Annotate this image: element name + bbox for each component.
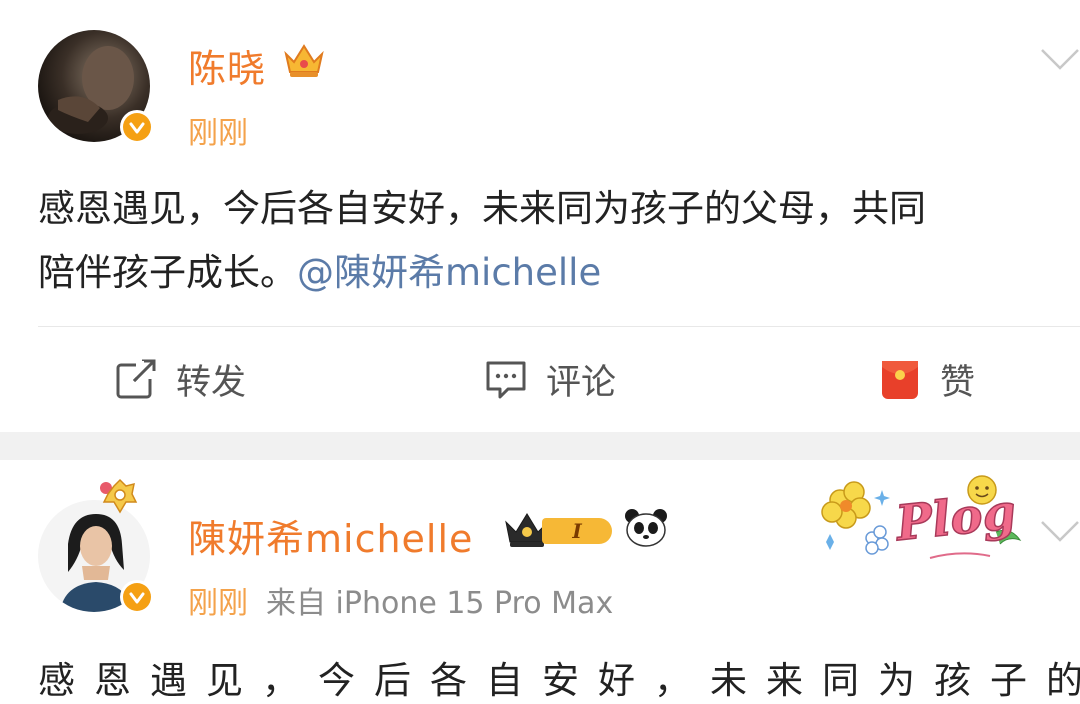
mention-link[interactable]: @陳妍希michelle xyxy=(297,251,601,294)
post-text-line-2-text: 陪伴孩子成长。 xyxy=(38,251,297,294)
plog-sticker[interactable]: Plog xyxy=(810,470,1030,570)
comment-icon xyxy=(486,361,526,399)
post-text-line-1: 感恩遇见，今后各自安好，未来同为孩子的父母，共同 xyxy=(38,187,926,230)
post-source: 来自 iPhone 15 Pro Max xyxy=(266,586,614,621)
crown-level-icon: I xyxy=(502,510,612,550)
post-text-line-1: 感恩遇见，今后各自安好，未来同为孩子的 xyxy=(38,659,1080,702)
author-name-text: 陈晓 xyxy=(188,47,267,91)
like-button[interactable]: 赞 xyxy=(878,354,975,404)
divider xyxy=(38,326,1080,327)
author-name[interactable]: 陳妍希michelle xyxy=(188,508,473,563)
chevron-down-icon[interactable] xyxy=(1040,520,1080,544)
weibo-post-1: 陈晓 刚刚 感恩遇见，今后各自安好，未来同为孩子的父母，共同 陪伴孩子成长。@陳… xyxy=(0,0,1080,432)
post-text-line-2: 陪伴孩子成长。@陳妍希michelle xyxy=(38,240,601,305)
author-name[interactable]: 陈晓 xyxy=(188,38,266,93)
post-meta: 刚刚 来自 iPhone 15 Pro Max xyxy=(188,578,613,622)
verified-icon xyxy=(120,110,154,144)
repost-icon xyxy=(116,359,156,399)
like-label: 赞 xyxy=(940,362,976,403)
like-icon xyxy=(882,361,918,399)
comment-label: 评论 xyxy=(546,362,617,403)
chevron-down-icon[interactable] xyxy=(1040,48,1080,72)
post-time: 刚刚 xyxy=(188,116,248,151)
author-avatar[interactable] xyxy=(38,30,154,144)
repost-label: 转发 xyxy=(176,362,247,403)
verified-icon xyxy=(120,580,154,614)
comment-button[interactable]: 评论 xyxy=(484,354,616,404)
level-label: I xyxy=(572,519,582,543)
author-name-text: 陳妍希michelle xyxy=(188,517,474,561)
author-avatar[interactable] xyxy=(38,478,154,614)
post-separator xyxy=(0,432,1080,460)
crown-icon xyxy=(284,44,324,77)
repost-button[interactable]: 转发 xyxy=(114,354,246,404)
weibo-post-2: 陳妍希michelle I Plog 刚刚 来自 iPhone 15 Pro M… xyxy=(0,460,1080,703)
panda-icon xyxy=(625,509,667,547)
decoration-icon xyxy=(100,478,138,514)
post-time: 刚刚 xyxy=(188,586,248,621)
